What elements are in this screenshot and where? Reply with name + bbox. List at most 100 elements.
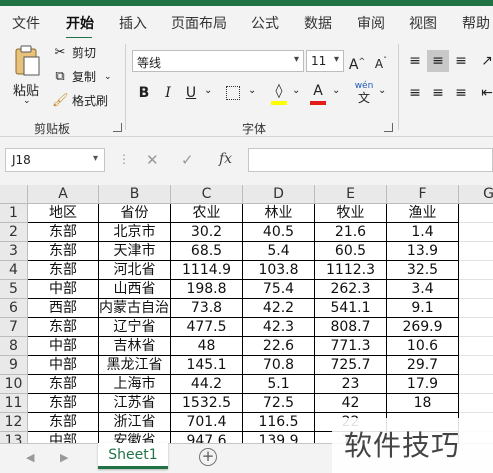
cell-c5[interactable]: 198.8 [171,280,243,299]
column-header-d[interactable]: D [243,185,315,204]
align-middle-button[interactable]: ≡ [427,50,449,72]
cell-b13[interactable]: 安徽省 [99,432,171,443]
cell-f5[interactable]: 3.4 [387,280,459,299]
font-launcher-icon[interactable] [384,123,393,132]
cell-c7[interactable]: 477.5 [171,318,243,337]
row-header[interactable]: 10 [0,375,28,394]
copy-button[interactable]: ⧉ 复制 ⌄ [52,68,111,85]
add-sheet-button[interactable]: + [199,448,217,466]
cell-b6[interactable]: 内蒙古自治区 [99,299,171,318]
cell-a2[interactable]: 东部 [28,223,99,242]
align-left-button[interactable]: ≡ [404,82,426,104]
font-color-button[interactable]: A [307,80,329,102]
select-all-corner[interactable] [0,185,28,204]
cell-b4[interactable]: 河北省 [99,261,171,280]
cell-a6[interactable]: 西部 [28,299,99,318]
tab-data[interactable]: 数据 [304,13,332,33]
decrease-font-size-button[interactable]: Aˇ [370,50,392,72]
cell-a8[interactable]: 中部 [28,337,99,356]
cell-e8[interactable]: 771.3 [315,337,387,356]
chevron-down-icon[interactable]: ⌄ [292,85,300,96]
chevron-down-icon[interactable]: ⌄ [332,85,340,96]
font-name-select[interactable]: 等线 ▾ [132,50,304,72]
phonetic-guide-button[interactable]: wén 文 [353,80,375,104]
align-right-button[interactable]: ≡ [450,82,472,104]
cell-b5[interactable]: 山西省 [99,280,171,299]
cell-b3[interactable]: 天津市 [99,242,171,261]
align-center-button[interactable]: ≡ [427,82,449,104]
cell-b10[interactable]: 上海市 [99,375,171,394]
row-header[interactable]: 11 [0,394,28,413]
tab-file[interactable]: 文件 [12,13,40,33]
cell-a5[interactable]: 中部 [28,280,99,299]
insert-function-button[interactable]: fx [219,151,232,167]
tab-home[interactable]: 开始 [66,13,94,33]
cell-b9[interactable]: 黑龙江省 [99,356,171,375]
clipboard-launcher-icon[interactable] [113,123,122,132]
row-header[interactable]: 8 [0,337,28,356]
cell-d7[interactable]: 42.3 [243,318,315,337]
indent-button[interactable]: ⇤ [476,82,493,104]
cell-a10[interactable]: 东部 [28,375,99,394]
underline-button[interactable]: U [180,82,202,104]
cell-e3[interactable]: 60.5 [315,242,387,261]
cell-c10[interactable]: 44.2 [171,375,243,394]
cell-c4[interactable]: 1114.9 [171,261,243,280]
cell-g9[interactable] [459,356,493,375]
cell-f2[interactable]: 1.4 [387,223,459,242]
cell-a1[interactable]: 地区 [28,204,99,223]
column-header-c[interactable]: C [171,185,243,204]
enter-icon[interactable]: ✓ [181,151,194,169]
cell-f8[interactable]: 10.6 [387,337,459,356]
fill-color-button[interactable]: ◊ [268,80,290,102]
increase-font-size-button[interactable]: A^ [346,50,368,73]
row-header[interactable]: 4 [0,261,28,280]
cell-d1[interactable]: 林业 [243,204,315,223]
cell-d2[interactable]: 40.5 [243,223,315,242]
cell-d5[interactable]: 75.4 [243,280,315,299]
row-header[interactable]: 6 [0,299,28,318]
cell-c13[interactable]: 947.6 [171,432,243,443]
cell-d3[interactable]: 5.4 [243,242,315,261]
cell-a12[interactable]: 东部 [28,413,99,432]
cell-d6[interactable]: 42.2 [243,299,315,318]
cell-b8[interactable]: 吉林省 [99,337,171,356]
cell-d9[interactable]: 70.8 [243,356,315,375]
cell-d11[interactable]: 72.5 [243,394,315,413]
cell-c1[interactable]: 农业 [171,204,243,223]
italic-button[interactable]: I [157,82,179,104]
format-painter-button[interactable]: 🖌 格式刷 [52,92,108,109]
paste-button[interactable]: 粘贴 ⌄ [9,44,45,112]
cell-f9[interactable]: 29.7 [387,356,459,375]
cell-a3[interactable]: 东部 [28,242,99,261]
column-header-b[interactable]: B [99,185,171,204]
column-header-a[interactable]: A [28,185,99,204]
sheet-tab-sheet1[interactable]: Sheet1 [98,443,168,469]
row-header[interactable]: 5 [0,280,28,299]
tab-page-layout[interactable]: 页面布局 [171,13,227,33]
cell-b11[interactable]: 江苏省 [99,394,171,413]
orientation-button[interactable]: ↗ [476,50,493,72]
row-header[interactable]: 7 [0,318,28,337]
cell-f3[interactable]: 13.9 [387,242,459,261]
cell-g10[interactable] [459,375,493,394]
cut-button[interactable]: ✂ 剪切 [52,44,96,61]
cell-a9[interactable]: 中部 [28,356,99,375]
cell-e2[interactable]: 21.6 [315,223,387,242]
column-header-e[interactable]: E [315,185,387,204]
formula-input[interactable] [248,148,493,172]
chevron-down-icon[interactable]: ⌄ [248,85,256,96]
cell-d8[interactable]: 22.6 [243,337,315,356]
cell-a4[interactable]: 东部 [28,261,99,280]
cell-c12[interactable]: 701.4 [171,413,243,432]
tab-review[interactable]: 审阅 [357,13,385,33]
cell-e7[interactable]: 808.7 [315,318,387,337]
cell-b12[interactable]: 浙江省 [99,413,171,432]
cell-b1[interactable]: 省份 [99,204,171,223]
cell-e4[interactable]: 1112.3 [315,261,387,280]
cell-e1[interactable]: 牧业 [315,204,387,223]
row-header[interactable]: 12 [0,413,28,432]
cell-a13[interactable]: 中部 [28,432,99,443]
cell-c9[interactable]: 145.1 [171,356,243,375]
tab-help[interactable]: 帮助 [462,13,490,33]
